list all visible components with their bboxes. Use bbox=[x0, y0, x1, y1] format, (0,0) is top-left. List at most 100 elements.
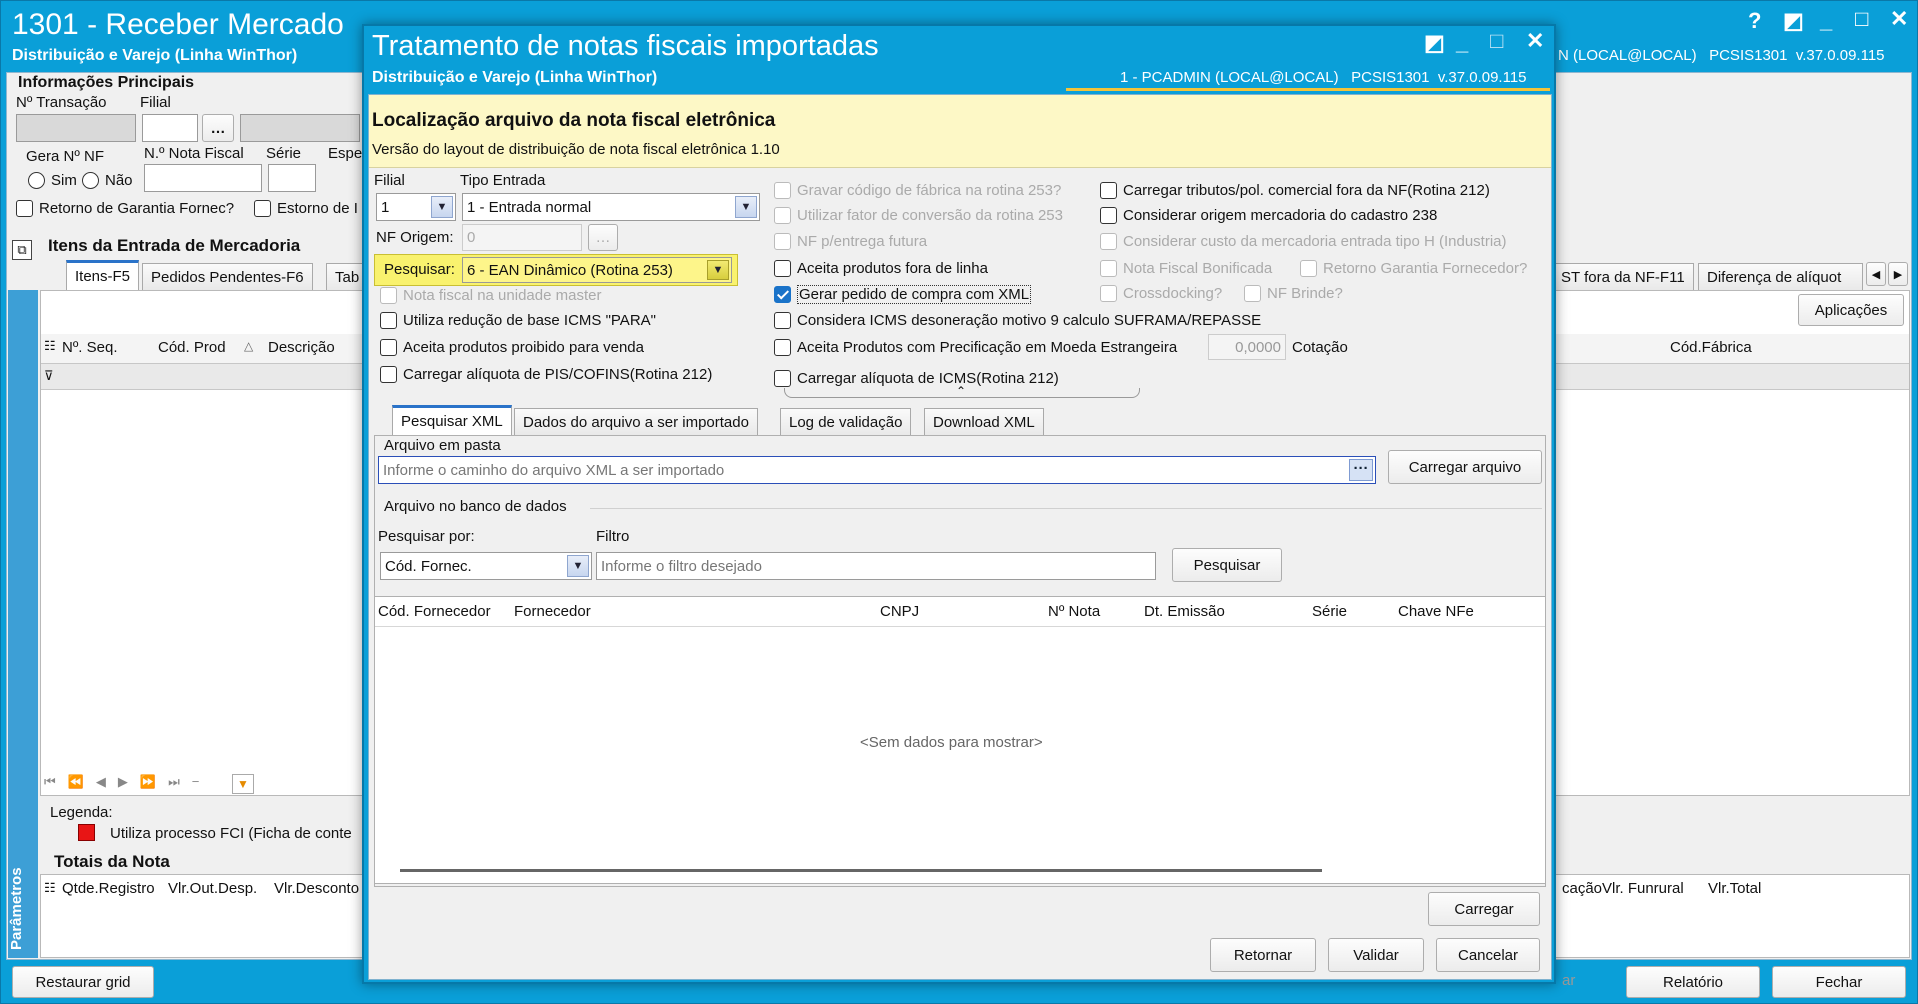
expand-icon[interactable]: ⧉ bbox=[12, 240, 32, 260]
tab-pedidos[interactable]: Pedidos Pendentes-F6 bbox=[142, 263, 313, 290]
help-icon[interactable]: ? bbox=[1748, 8, 1761, 34]
check-moeda-estrangeira[interactable]: Aceita Produtos com Precificação em Moed… bbox=[774, 339, 1177, 356]
legenda-label: Legenda: bbox=[50, 804, 113, 821]
label-arquivo-pasta: Arquivo em pasta bbox=[384, 437, 501, 454]
col-serie[interactable]: Série bbox=[1312, 603, 1347, 620]
totais-col-desconto[interactable]: Vlr.Desconto bbox=[274, 880, 359, 897]
serie-field[interactable] bbox=[268, 164, 316, 192]
retornar-button[interactable]: Retornar bbox=[1210, 938, 1316, 972]
collapse-up-icon[interactable]: ⌃ bbox=[956, 384, 966, 398]
cotacao-field[interactable]: 0,0000 bbox=[1208, 334, 1286, 360]
check-produtos-fora-linha[interactable]: Aceita produtos fora de linha bbox=[774, 260, 988, 277]
pesquisar-button[interactable]: Pesquisar bbox=[1172, 548, 1282, 582]
check-crossdocking[interactable]: Crossdocking? bbox=[1100, 285, 1222, 302]
horizontal-scrollbar[interactable] bbox=[400, 869, 1322, 872]
check-estorno[interactable]: Estorno de I bbox=[254, 200, 358, 217]
radio-sim[interactable]: Sim bbox=[28, 172, 77, 189]
filial-field[interactable] bbox=[142, 114, 198, 142]
nota-fiscal-field[interactable] bbox=[144, 164, 262, 192]
check-nf-unidade-master[interactable]: Nota fiscal na unidade master bbox=[380, 287, 601, 304]
dialog-close-icon[interactable]: ✕ bbox=[1526, 28, 1544, 54]
dialog-header-title: Localização arquivo da nota fiscal eletr… bbox=[372, 110, 776, 131]
minimize-icon[interactable]: _ bbox=[1820, 8, 1832, 34]
filial-name-field[interactable] bbox=[240, 114, 360, 142]
dialog-edit-icon[interactable]: ◩ bbox=[1424, 30, 1445, 56]
check-produtos-proibido[interactable]: Aceita produtos proibido para venda bbox=[380, 339, 644, 356]
close-icon[interactable]: ✕ bbox=[1890, 6, 1908, 32]
aplicacoes-button[interactable]: Aplicações bbox=[1798, 294, 1904, 326]
check-retorno-garantia-fornec[interactable]: Retorno Garantia Fornecedor? bbox=[1300, 260, 1527, 277]
filter-icon[interactable]: ⊽ bbox=[44, 368, 54, 384]
col-menu-icon[interactable]: ☷ bbox=[44, 338, 56, 354]
col-cnpj[interactable]: CNPJ bbox=[880, 603, 919, 620]
tab-itens[interactable]: Itens-F5 bbox=[66, 260, 140, 290]
browse-dots-icon[interactable]: ··· bbox=[1349, 459, 1373, 481]
check-fator-conversao[interactable]: Utilizar fator de conversão da rotina 25… bbox=[774, 207, 1063, 224]
carregar-button[interactable]: Carregar bbox=[1428, 892, 1540, 926]
filtro-input[interactable]: Informe o filtro desejado bbox=[596, 552, 1156, 580]
col-nota[interactable]: Nº Nota bbox=[1048, 603, 1100, 620]
tab-download-xml[interactable]: Download XML bbox=[924, 408, 1044, 435]
col-seq[interactable]: Nº. Seq. bbox=[62, 339, 118, 356]
totais-col-menu-icon[interactable]: ☷ bbox=[44, 880, 56, 896]
check-carregar-tributos[interactable]: Carregar tributos/pol. comercial fora da… bbox=[1100, 182, 1490, 199]
check-origem-mercadoria[interactable]: Considerar origem mercadoria do cadastro… bbox=[1100, 207, 1437, 224]
maximize-icon[interactable]: □ bbox=[1855, 6, 1868, 32]
check-aliquota-icms[interactable]: Carregar alíquota de ICMS(Rotina 212) bbox=[774, 370, 1059, 387]
check-nf-entrega-futura[interactable]: NF p/entrega futura bbox=[774, 233, 927, 250]
check-nf-brinde[interactable]: NF Brinde? bbox=[1244, 285, 1343, 302]
totais-col-out-desp[interactable]: Vlr.Out.Desp. bbox=[168, 880, 257, 897]
restaurar-grid-button[interactable]: Restaurar grid bbox=[12, 966, 154, 998]
totais-col-qtde[interactable]: Qtde.Registro bbox=[62, 880, 155, 897]
check-icms-desoneracao[interactable]: Considera ICMS desoneração motivo 9 calc… bbox=[774, 312, 1261, 329]
tab-st-fora[interactable]: ST fora da NF-F11 bbox=[1552, 263, 1694, 290]
totais-col-funrural[interactable]: Vlr. Funrural bbox=[1602, 880, 1684, 897]
col-descricao[interactable]: Descrição bbox=[268, 339, 335, 356]
check-nf-bonificada[interactable]: Nota Fiscal Bonificada bbox=[1100, 260, 1272, 277]
nf-origem-field[interactable]: 0 bbox=[462, 224, 582, 251]
tipo-entrada-select[interactable]: 1 - Entrada normal ▼ bbox=[462, 193, 760, 221]
grid-navigator: ⏮⏪◀▶⏩⏭− bbox=[44, 774, 212, 789]
totais-col-cacao[interactable]: cação bbox=[1562, 880, 1602, 897]
check-aliquota-pis-cofins[interactable]: Carregar alíquota de PIS/COFINS(Rotina 2… bbox=[380, 366, 712, 383]
tab-scroll-right-icon[interactable]: ▶ bbox=[1888, 262, 1908, 286]
tab-scroll-left-icon[interactable]: ◀ bbox=[1866, 262, 1886, 286]
dialog-minimize-icon[interactable]: _ bbox=[1456, 30, 1468, 56]
dialog-maximize-icon[interactable]: □ bbox=[1490, 28, 1503, 54]
check-gerar-pedido-xml[interactable]: Gerar pedido de compra com XML bbox=[774, 285, 1032, 304]
cancelar-button[interactable]: Cancelar bbox=[1436, 938, 1540, 972]
col-fornecedor[interactable]: Fornecedor bbox=[514, 603, 591, 620]
col-chave-nfe[interactable]: Chave NFe bbox=[1398, 603, 1474, 620]
carregar-arquivo-button[interactable]: Carregar arquivo bbox=[1388, 450, 1542, 484]
tab-diferenca[interactable]: Diferença de alíquot bbox=[1698, 263, 1863, 290]
grid-filter-icon[interactable]: ▼ bbox=[232, 774, 254, 794]
dialog-filial-select[interactable]: 1 ▼ bbox=[376, 193, 456, 221]
check-custo-mercadoria-h[interactable]: Considerar custo da mercadoria entrada t… bbox=[1100, 233, 1507, 250]
filial-lookup-button[interactable]: … bbox=[202, 114, 234, 142]
parametros-bar[interactable] bbox=[8, 290, 38, 958]
col-dt-emissao[interactable]: Dt. Emissão bbox=[1144, 603, 1225, 620]
check-reducao-base-icms[interactable]: Utiliza redução de base ICMS "PARA" bbox=[380, 312, 656, 329]
pesquisar-por-select[interactable]: Cód. Fornec. ▼ bbox=[380, 552, 592, 580]
col-cod-fornecedor[interactable]: Cód. Fornecedor bbox=[378, 603, 491, 620]
radio-nao[interactable]: Não bbox=[82, 172, 133, 189]
tab-log-validacao[interactable]: Log de validação bbox=[780, 408, 912, 435]
col-cod-fabrica[interactable]: Cód.Fábrica bbox=[1670, 339, 1752, 356]
fechar-button[interactable]: Fechar bbox=[1772, 966, 1906, 998]
edit-icon[interactable]: ◩ bbox=[1783, 8, 1804, 34]
col-cod-prod[interactable]: Cód. Prod bbox=[158, 339, 226, 356]
label-filial: Filial bbox=[140, 94, 171, 111]
label-dialog-filial: Filial bbox=[374, 172, 405, 189]
check-retorno-garantia[interactable]: Retorno de Garantia Fornec? bbox=[16, 200, 234, 217]
pesquisar-select[interactable]: 6 - EAN Dinâmico (Rotina 253) ▼ bbox=[462, 257, 732, 283]
tab-pesquisar-xml[interactable]: Pesquisar XML bbox=[392, 405, 512, 435]
nf-origem-lookup-button[interactable]: … bbox=[588, 224, 618, 251]
relatorio-button[interactable]: Relatório bbox=[1626, 966, 1760, 998]
transacao-field[interactable] bbox=[16, 114, 136, 142]
arquivo-path-input[interactable]: Informe o caminho do arquivo XML a ser i… bbox=[378, 456, 1376, 484]
validar-button[interactable]: Validar bbox=[1328, 938, 1424, 972]
check-gravar-codigo-fabrica[interactable]: Gravar código de fábrica na rotina 253? bbox=[774, 182, 1061, 199]
main-subtitle: Distribuição e Varejo (Linha WinThor) bbox=[12, 47, 298, 64]
tab-dados-arquivo[interactable]: Dados do arquivo a ser importado bbox=[514, 408, 758, 435]
totais-col-total[interactable]: Vlr.Total bbox=[1708, 880, 1761, 897]
